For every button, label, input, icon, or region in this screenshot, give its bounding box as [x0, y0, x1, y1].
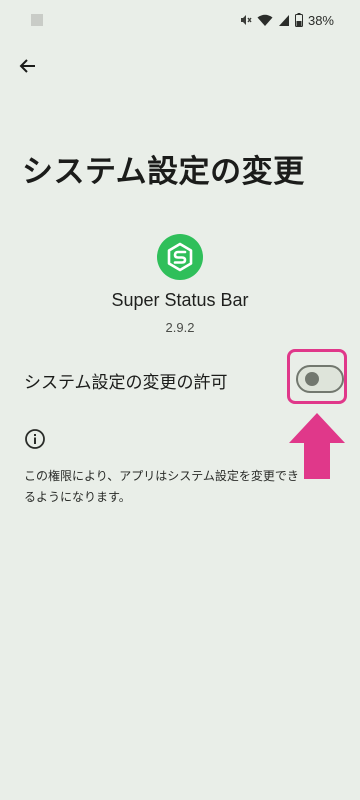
mute-icon	[238, 13, 252, 27]
info-icon	[25, 429, 45, 449]
battery-icon	[294, 13, 303, 27]
wifi-icon	[257, 14, 273, 27]
notification-placeholder-icon	[31, 14, 43, 26]
arrow-left-icon	[19, 59, 35, 73]
back-button[interactable]	[14, 52, 42, 80]
app-name: Super Status Bar	[111, 290, 249, 310]
status-bar: 38%	[0, 0, 360, 40]
permission-toggle[interactable]	[296, 365, 344, 393]
status-icons: 38%	[238, 11, 334, 29]
battery-percent: 38%	[307, 12, 334, 28]
permission-label: システム設定の変更の許可	[24, 373, 228, 393]
app-version: 2.9.2	[165, 320, 195, 335]
toggle-thumb	[305, 372, 319, 386]
super-status-bar-logo	[157, 234, 203, 280]
page-title: システム設定の変更	[22, 154, 305, 190]
info-description: この権限により、アプリはシステム設定を変更できるようになります。	[24, 469, 299, 504]
signal-icon	[278, 14, 290, 27]
